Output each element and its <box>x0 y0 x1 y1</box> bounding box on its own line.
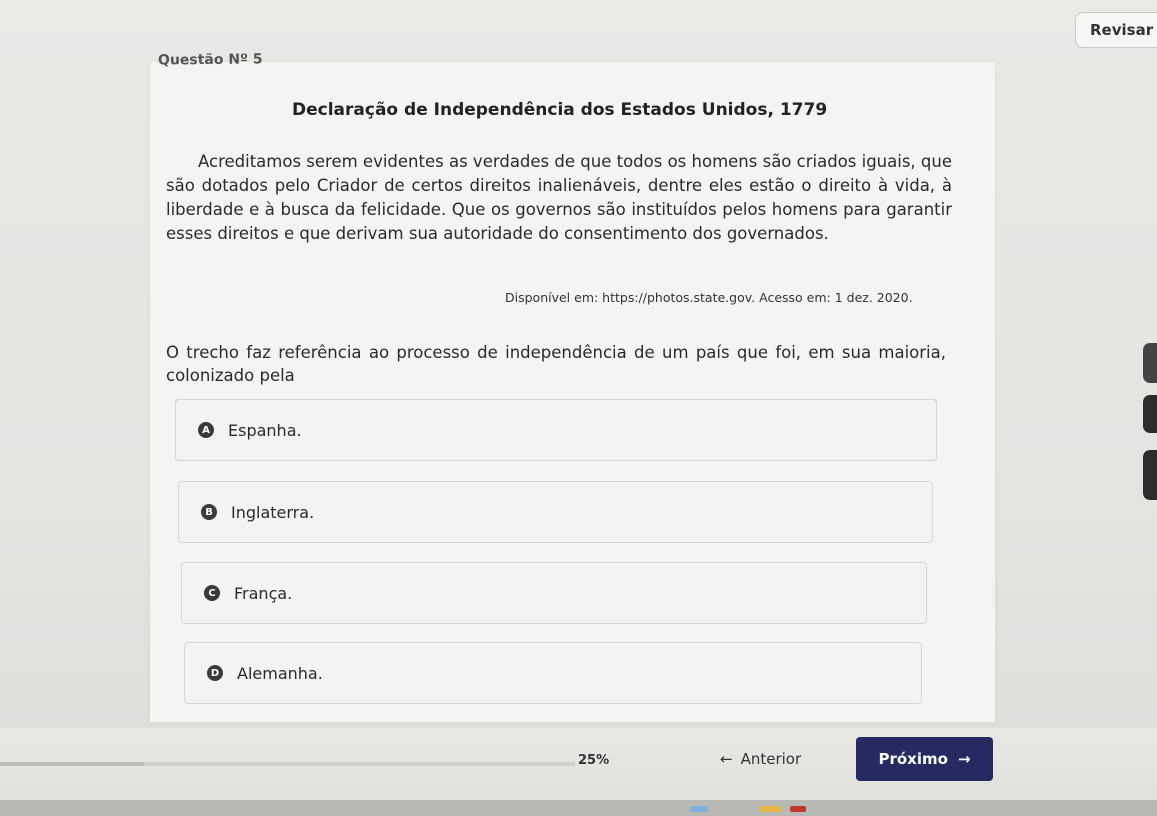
next-button[interactable]: Próximo → <box>856 737 993 781</box>
taskbar-app-icon <box>790 806 806 812</box>
option-letter-a: A <box>198 422 214 438</box>
option-letter-d: D <box>207 665 223 681</box>
option-text-c: França. <box>234 583 293 603</box>
taskbar-app-icon <box>690 806 708 812</box>
document-source: Disponível em: https://photos.state.gov.… <box>505 290 913 305</box>
option-a[interactable]: A Espanha. <box>175 399 937 461</box>
side-tab-3[interactable] <box>1143 450 1157 500</box>
review-button-label: Revisar <box>1090 21 1154 39</box>
document-title: Declaração de Independência dos Estados … <box>292 100 828 120</box>
taskbar-app-icon <box>760 806 782 812</box>
progress-bar <box>0 762 575 766</box>
option-text-a: Espanha. <box>228 420 302 440</box>
option-c[interactable]: C França. <box>181 562 927 624</box>
option-letter-b: B <box>201 504 217 520</box>
option-b[interactable]: B Inglaterra. <box>178 481 933 543</box>
side-tab-2[interactable] <box>1143 395 1157 433</box>
option-letter-c: C <box>204 585 220 601</box>
previous-button[interactable]: ← Anterior <box>720 750 801 768</box>
question-prompt: O trecho faz referência ao processo de i… <box>166 343 946 385</box>
previous-button-label: Anterior <box>740 750 802 768</box>
review-button[interactable]: Revisar <box>1075 12 1157 48</box>
option-d[interactable]: D Alemanha. <box>184 642 922 704</box>
arrow-right-icon: → <box>957 750 971 768</box>
progress-percent: 25% <box>578 753 610 768</box>
progress-fill <box>0 762 144 766</box>
next-button-label: Próximo <box>878 750 948 768</box>
taskbar <box>0 800 1157 816</box>
document-text: Acreditamos serem evidentes as verdades … <box>166 152 952 243</box>
option-text-d: Alemanha. <box>237 663 323 683</box>
option-text-b: Inglaterra. <box>231 502 315 522</box>
question-number: Questão Nº 5 <box>157 51 263 69</box>
side-tab-1[interactable] <box>1143 343 1157 383</box>
arrow-left-icon: ← <box>720 750 733 768</box>
